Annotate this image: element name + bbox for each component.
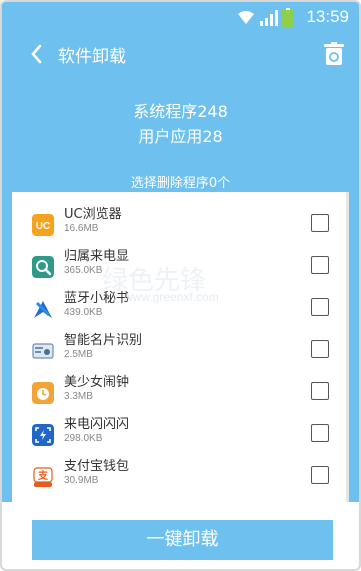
app-size: 439.0KB (64, 307, 103, 318)
app-size: 30.9MB (64, 475, 99, 486)
status-bar: 13:59 (2, 2, 359, 32)
app-checkbox[interactable] (311, 214, 329, 232)
app-size: 298.0KB (64, 433, 103, 444)
app-checkbox[interactable] (311, 298, 329, 316)
signal-icon (260, 10, 278, 26)
battery-icon (282, 8, 294, 28)
app-list[interactable]: UC UC浏览器 16.6MB 归属来电显 365.0KB 蓝牙小秘书 439.… (12, 192, 349, 502)
app-name: UC浏览器 (64, 207, 122, 222)
app-checkbox[interactable] (311, 466, 329, 484)
app-frame: 13:59 软件卸载 系统程序248 用户应用28 选择删除程序0个 UC UC… (0, 0, 361, 571)
scrollbar[interactable] (346, 192, 349, 502)
list-item[interactable]: 来电闪闪闪 298.0KB (12, 414, 349, 456)
app-name: 支付宝钱包 (64, 459, 130, 474)
uc-browser-icon: UC (32, 214, 54, 236)
list-item[interactable]: UC UC浏览器 16.6MB (12, 204, 349, 246)
app-name: 智能名片识别 (64, 333, 143, 348)
app-size: 365.0KB (64, 265, 103, 276)
app-size: 3.3MB (64, 391, 93, 402)
card-scan-icon (32, 343, 54, 359)
user-app-count: 用户应用28 (138, 127, 223, 146)
app-size: 2.5MB (64, 349, 93, 360)
list-item[interactable]: 智能名片识别 2.5MB (12, 330, 349, 372)
watermark-url: www.greenxf.com (124, 290, 219, 304)
selected-count: 选择删除程序0个 (130, 176, 231, 191)
back-arrow-icon[interactable] (27, 42, 47, 66)
app-checkbox[interactable] (311, 256, 329, 274)
page-title: 软件卸载 (58, 47, 126, 67)
app-size: 16.6MB (64, 223, 99, 234)
flash-call-icon (32, 424, 54, 446)
app-checkbox[interactable] (311, 382, 329, 400)
app-name: 来电闪闪闪 (64, 417, 130, 432)
svg-text:UC: UC (36, 221, 50, 232)
bluetooth-icon (34, 301, 52, 318)
app-checkbox[interactable] (311, 424, 329, 442)
search-icon (32, 256, 54, 278)
alarm-icon (32, 382, 54, 404)
wifi-icon (238, 11, 254, 24)
svg-text:支: 支 (37, 469, 49, 482)
uninstall-button[interactable]: 一键卸载 (32, 520, 333, 560)
system-app-count: 系统程序248 (133, 102, 228, 121)
status-time: 13:59 (306, 7, 349, 26)
app-checkbox[interactable] (311, 340, 329, 358)
header-bar: 软件卸载 (2, 32, 359, 76)
alipay-icon: 支 (33, 467, 53, 487)
trash-icon[interactable] (323, 42, 345, 66)
list-item[interactable]: 支 支付宝钱包 30.9MB (12, 456, 349, 498)
app-name: 美少女闹钟 (64, 375, 130, 390)
list-item[interactable]: 美少女闹钟 3.3MB (12, 372, 349, 414)
